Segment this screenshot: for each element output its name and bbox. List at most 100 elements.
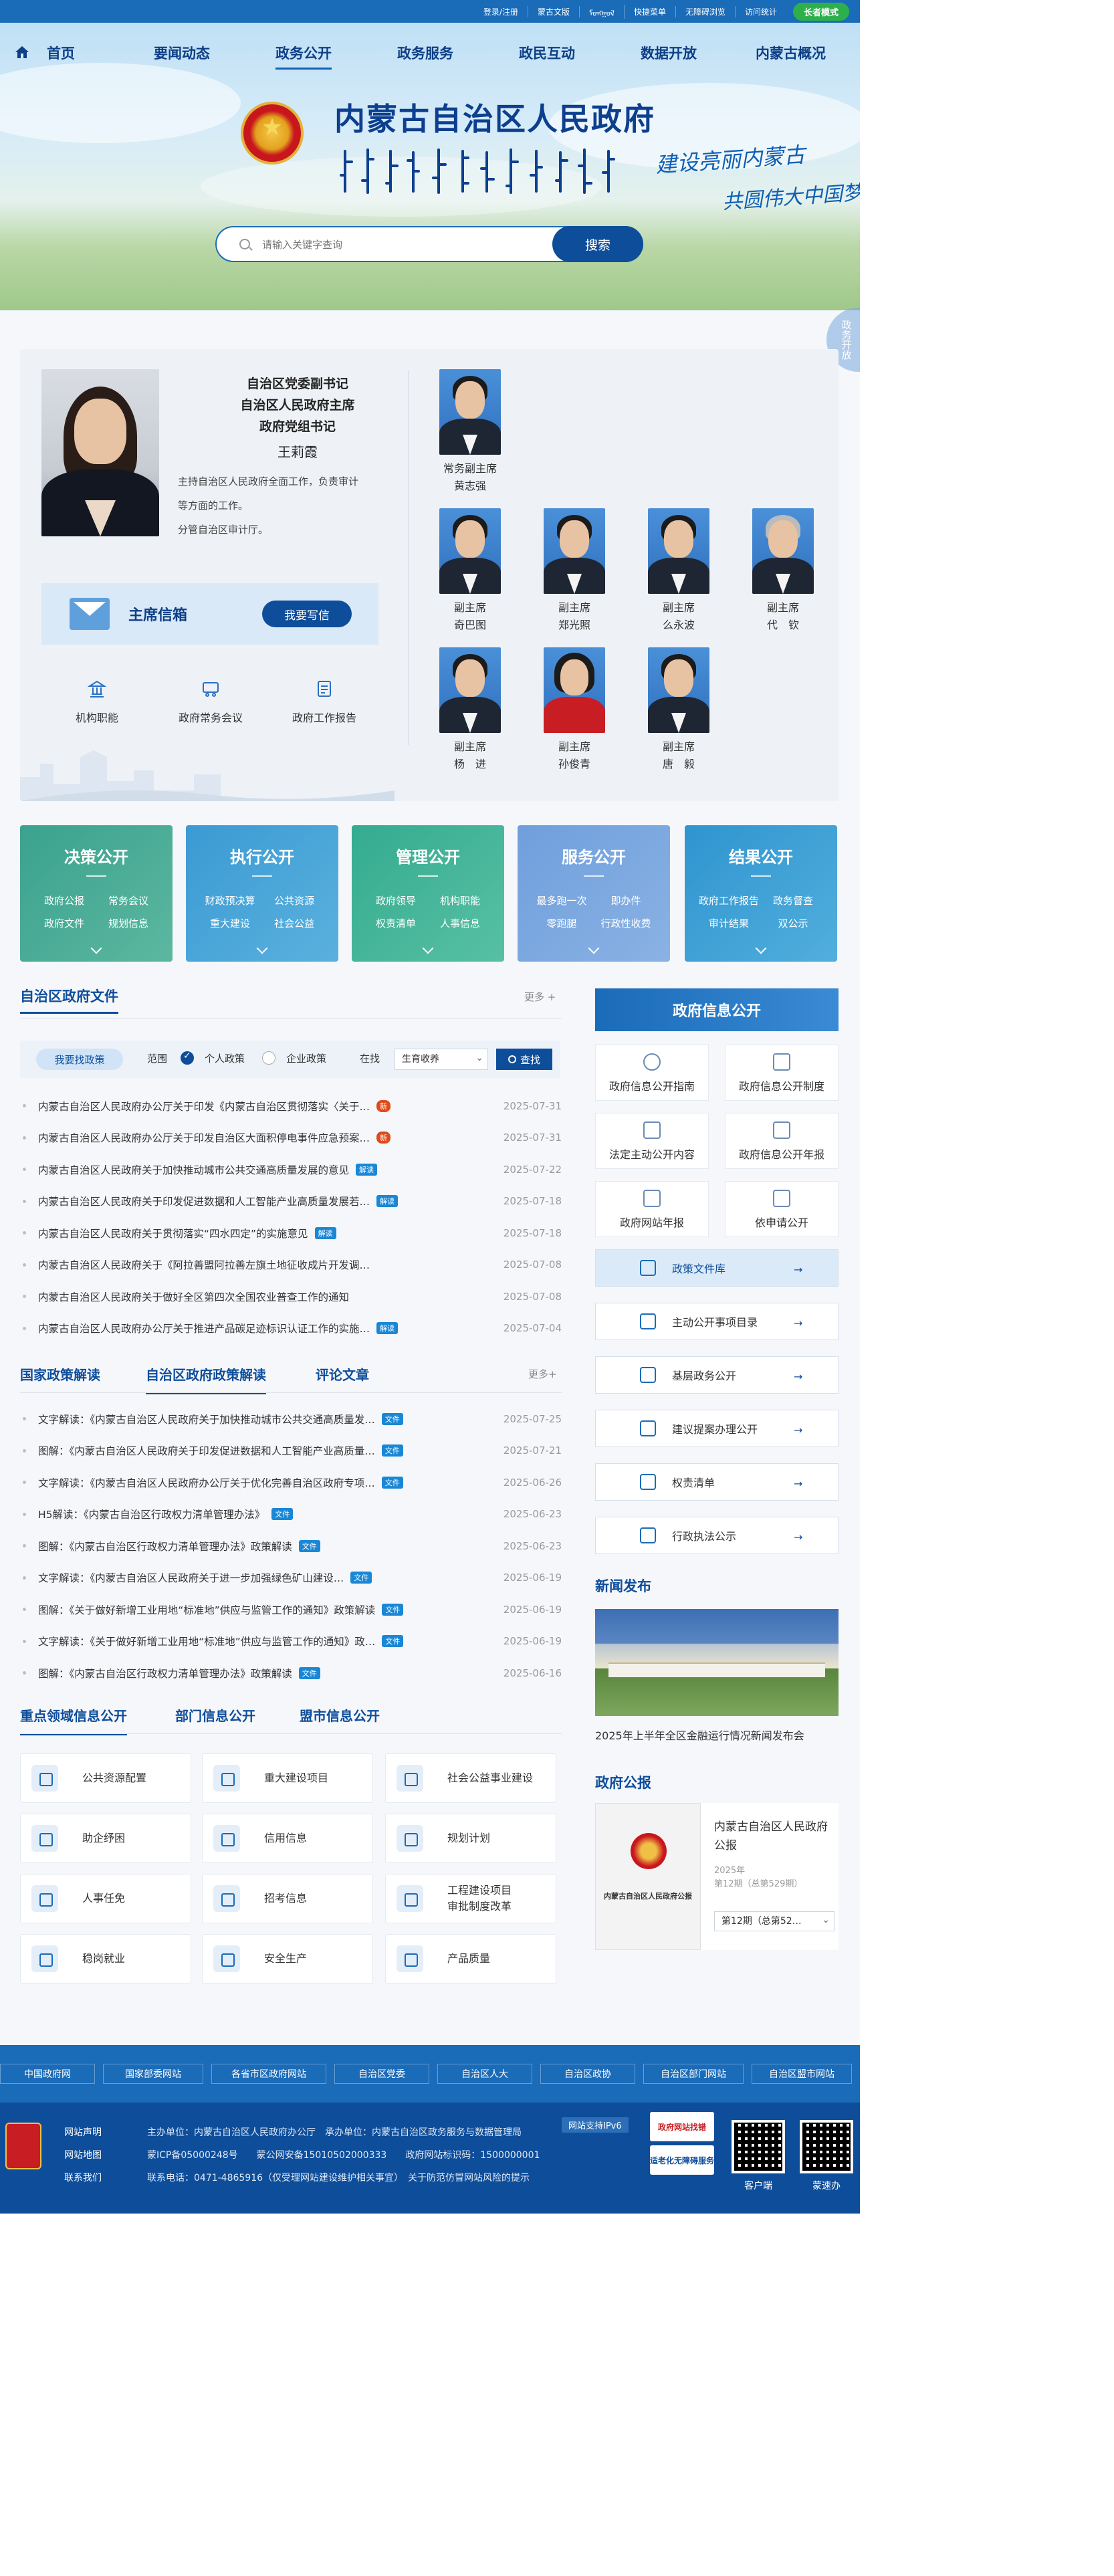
elderly-accessibility-badge[interactable]: 适老化无障碍服务 — [650, 2145, 714, 2175]
list-item[interactable]: 内蒙古自治区人民政府办公厅关于印发自治区大面积停电事件应急预案… 新 2025-07… — [20, 1122, 562, 1154]
nav-home[interactable]: 首页 — [47, 43, 75, 63]
file-badge[interactable]: 文件 — [381, 1412, 403, 1425]
law-enforcement-link[interactable]: 行政执法公示 → — [595, 1517, 839, 1554]
sitemap-link[interactable]: 网站地图 — [64, 2144, 102, 2167]
contact-link[interactable]: 联系我们 — [64, 2167, 102, 2189]
policy-files-heading[interactable]: 自治区政府文件 — [20, 986, 118, 1014]
personal-policy-radio[interactable] — [181, 1051, 194, 1065]
write-letter-button[interactable]: 我要写信 — [262, 601, 352, 627]
category-link[interactable]: 政府公报 — [32, 889, 96, 912]
category-link[interactable]: 重大建设 — [198, 912, 262, 935]
category-management[interactable]: 管理公开 政府领导 机构职能 权责清单 人事信息 — [352, 825, 504, 962]
find-policy-chip[interactable]: 我要找政策 — [36, 1049, 123, 1070]
nav-gov-affairs[interactable]: 政务公开 — [275, 43, 332, 70]
key-area-card[interactable]: 安全生产 — [202, 1934, 373, 1983]
category-link[interactable]: 政府领导 — [364, 889, 428, 912]
category-link[interactable]: 最多跑一次 — [530, 889, 594, 912]
category-link[interactable]: 政务督查 — [761, 889, 825, 912]
footer-link[interactable]: 自治区政协 — [540, 2064, 635, 2084]
list-item[interactable]: 内蒙古自治区人民政府关于贯彻落实“四水四定”的实施意见 解读 2025-07-18 — [20, 1217, 562, 1249]
chevron-down-icon[interactable] — [755, 942, 767, 954]
list-item[interactable]: 内蒙古自治区人民政府关于做好全区第四次全国农业普查工作的通知 2025-07-08 — [20, 1281, 562, 1313]
key-area-card[interactable]: 重大建设项目 — [202, 1753, 373, 1803]
list-item[interactable]: 内蒙古自治区人民政府办公厅关于印发《内蒙古自治区贯彻落实〈关于… 新 2025-07… — [20, 1090, 562, 1122]
gazette-issue-select[interactable]: 第12期（总第52… — [714, 1911, 834, 1931]
file-badge[interactable]: 文件 — [350, 1572, 372, 1584]
gov-info-item[interactable]: 政府信息公开指南 — [595, 1045, 709, 1101]
home-icon[interactable] — [15, 45, 29, 59]
policy-more-link[interactable]: 更多 + — [524, 990, 556, 1004]
category-service[interactable]: 服务公开 最多跑一次 即办件 零跑腿 行政性收费 — [518, 825, 670, 962]
news-conference-image[interactable] — [595, 1609, 839, 1716]
icp-record[interactable]: 蒙ICP备05000248号 — [147, 2150, 238, 2161]
category-link[interactable]: 常务会议 — [96, 889, 160, 912]
footer-link[interactable]: 自治区党委 — [334, 2064, 429, 2084]
nav-interaction[interactable]: 政民互动 — [519, 43, 575, 63]
footer-link[interactable]: 各省市区政府网站 — [211, 2064, 326, 2084]
enterprise-policy-label[interactable]: 企业政策 — [286, 1051, 326, 1065]
file-badge[interactable]: 文件 — [271, 1508, 294, 1521]
power-list-link[interactable]: 权责清单 → — [595, 1463, 839, 1501]
category-link[interactable]: 公共资源 — [262, 889, 326, 912]
list-item[interactable]: 内蒙古自治区人民政府关于印发促进数据和人工智能产业高质量发展若… 解读 2025-0… — [20, 1186, 562, 1218]
category-link[interactable]: 行政性收费 — [594, 912, 658, 935]
list-item[interactable]: 图解：《关于做好新增工业用地“标准地”供应与监管工作的通知》政策解读 文件 2025… — [20, 1594, 562, 1626]
category-link[interactable]: 机构职能 — [428, 889, 492, 912]
file-badge[interactable]: 文件 — [298, 1539, 320, 1552]
key-area-card[interactable]: 规划计划 — [385, 1814, 556, 1863]
file-badge[interactable]: 文件 — [298, 1667, 320, 1679]
chevron-down-icon[interactable] — [90, 942, 102, 954]
policy-library-link[interactable]: 政策文件库 → — [595, 1249, 839, 1287]
elder-mode-button[interactable]: 长者模式 — [792, 2, 849, 21]
chevron-down-icon[interactable] — [422, 942, 434, 954]
vice-leader-8[interactable]: 副主席 唐 毅 — [639, 647, 719, 773]
gov-info-item[interactable]: 政府信息公开年报 — [725, 1113, 839, 1169]
list-item[interactable]: 文字解读：《内蒙古自治区人民政府办公厅关于优化完善自治区政府专项… 文件 2025-… — [20, 1467, 562, 1499]
list-item[interactable]: 图解：《内蒙古自治区行政权力清单管理办法》政策解读 文件 2025-06-16 — [20, 1657, 562, 1689]
chairman-name[interactable]: 王莉霞 — [187, 441, 408, 461]
category-execution[interactable]: 执行公开 财政预决算 公共资源 重大建设 社会公益 — [186, 825, 338, 962]
vice-leader-3[interactable]: 副主席 郑光照 — [534, 508, 615, 634]
category-link[interactable]: 人事信息 — [428, 912, 492, 935]
gov-info-heading[interactable]: 政府信息公开 — [595, 988, 839, 1031]
category-link[interactable]: 审计结果 — [697, 912, 761, 935]
tab-key-areas[interactable]: 重点领域信息公开 — [20, 1705, 127, 1735]
tab-commentary[interactable]: 评论文章 — [316, 1364, 369, 1384]
accessibility-link[interactable]: 无障碍浏览 — [676, 5, 736, 17]
list-item[interactable]: 内蒙古自治区人民政府关于《阿拉善盟阿拉善左旗土地征收成片开发调… 2025-07-… — [20, 1249, 562, 1281]
find-button[interactable]: 查找 — [496, 1049, 552, 1070]
interpret-badge[interactable]: 解读 — [314, 1226, 336, 1239]
mongolian-script-link[interactable]: ᠮᠣᠩᠭᠣᠯ — [580, 4, 625, 19]
nav-news[interactable]: 要闻动态 — [154, 43, 210, 63]
gazette-heading[interactable]: 政府公报 — [595, 1772, 651, 1792]
category-link[interactable]: 规划信息 — [96, 912, 160, 935]
grassroots-disclosure-link[interactable]: 基层政务公开 → — [595, 1356, 839, 1394]
gov-info-item[interactable]: 政府网站年报 — [595, 1181, 709, 1237]
key-area-card[interactable]: 公共资源配置 — [20, 1753, 191, 1803]
interpret-badge[interactable]: 解读 — [376, 1322, 399, 1335]
vice-leader-1[interactable]: 常务副主席 黄志强 — [430, 369, 510, 495]
gazette-cover[interactable]: 内蒙古自治区人民政府公报 — [595, 1803, 701, 1950]
file-badge[interactable]: 文件 — [381, 1476, 403, 1489]
news-release-heading[interactable]: 新闻发布 — [595, 1576, 651, 1596]
key-area-card[interactable]: 招考信息 — [202, 1874, 373, 1923]
interpret-badge[interactable]: 解读 — [356, 1163, 378, 1176]
file-badge[interactable]: 文件 — [381, 1444, 403, 1457]
category-link[interactable]: 政府文件 — [32, 912, 96, 935]
footer-link[interactable]: 自治区人大 — [437, 2064, 532, 2084]
link-work-report[interactable]: 政府工作报告 — [267, 679, 381, 725]
vice-leader-7[interactable]: 副主席 孙俊青 — [534, 647, 615, 773]
list-item[interactable]: 内蒙古自治区人民政府关于加快推动城市公共交通高质量发展的意见 解读 2025-07-… — [20, 1154, 562, 1186]
link-institution[interactable]: 机构职能 — [40, 679, 154, 725]
list-item[interactable]: H5解读：《内蒙古自治区行政权力清单管理办法》 文件 2025-06-23 — [20, 1499, 562, 1531]
category-link[interactable]: 政府工作报告 — [697, 889, 761, 912]
interpret-more-link[interactable]: 更多+ — [528, 1367, 557, 1381]
file-badge[interactable]: 文件 — [382, 1603, 404, 1616]
file-badge[interactable]: 文件 — [382, 1635, 404, 1648]
key-area-card[interactable]: 社会公益事业建设 — [385, 1753, 556, 1803]
list-item[interactable]: 图解：《内蒙古自治区行政权力清单管理办法》政策解读 文件 2025-06-23 — [20, 1530, 562, 1562]
search-button[interactable]: 搜索 — [552, 226, 643, 262]
gov-info-item[interactable]: 政府信息公开制度 — [725, 1045, 839, 1101]
footer-link[interactable]: 国家部委网站 — [103, 2064, 203, 2084]
list-item[interactable]: 文字解读：《关于做好新增工业用地“标准地”供应与监管工作的通知》政… 文件 2025… — [20, 1626, 562, 1658]
